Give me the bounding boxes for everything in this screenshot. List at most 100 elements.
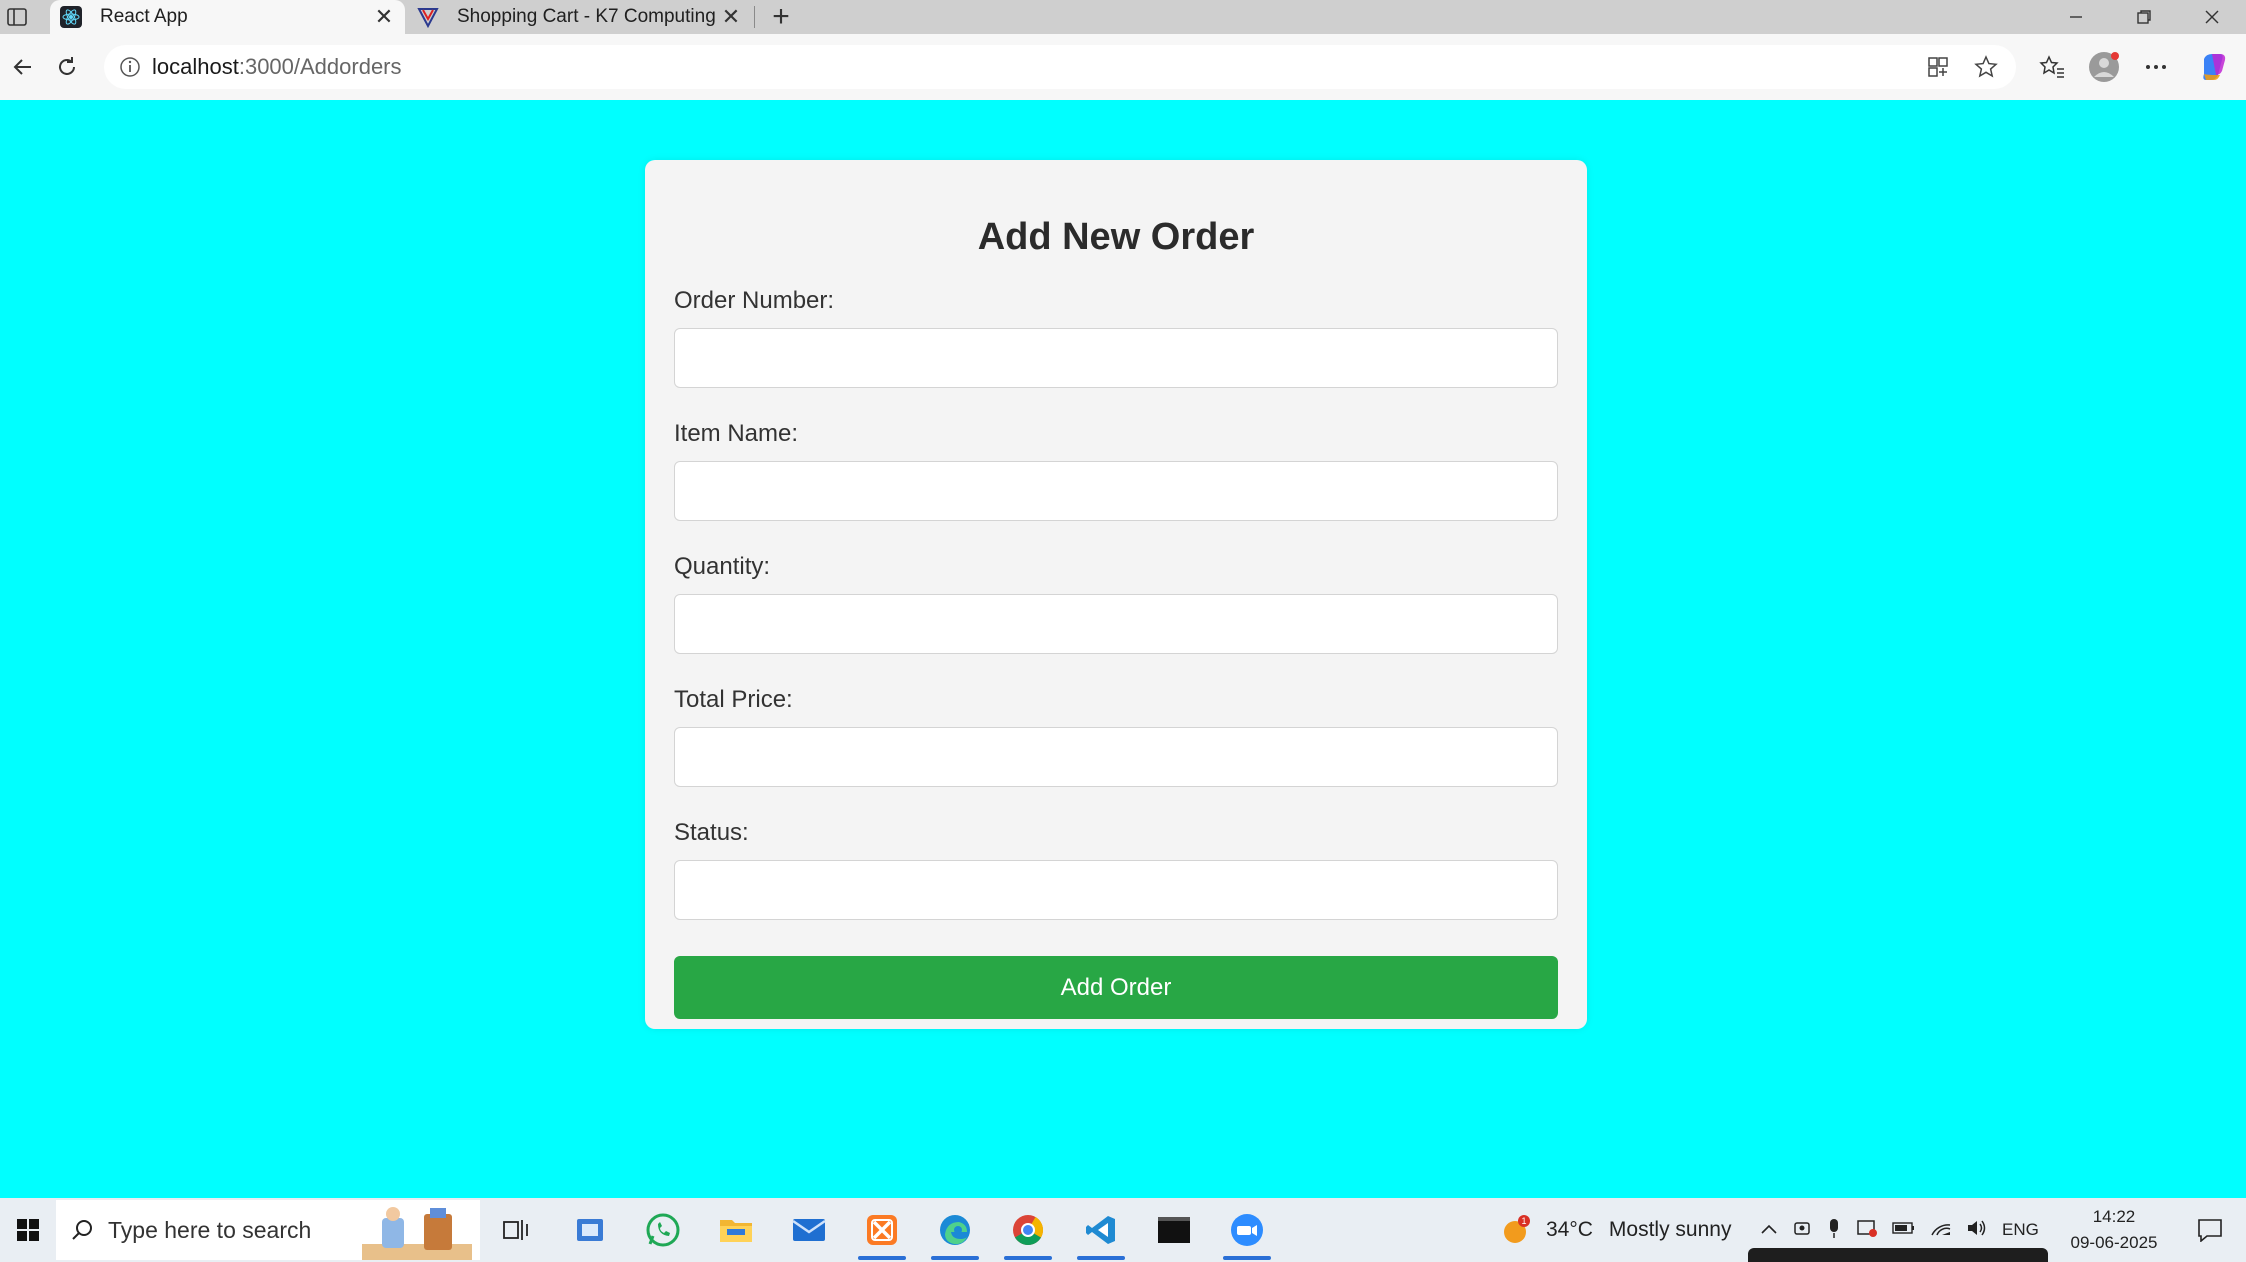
url-text: localhost:3000/Addorders xyxy=(152,54,402,80)
more-menu-button[interactable] xyxy=(2132,44,2180,90)
zoom-icon xyxy=(1231,1214,1263,1246)
taskbar-app-zoom[interactable] xyxy=(1211,1198,1283,1262)
show-hidden-icons-chevron-icon[interactable] xyxy=(1760,1220,1778,1240)
order-number-input[interactable] xyxy=(674,328,1558,388)
mail-icon xyxy=(792,1219,826,1241)
profile-avatar-icon xyxy=(2089,52,2119,82)
status-input[interactable] xyxy=(674,860,1558,920)
folder-icon xyxy=(720,1220,752,1242)
order-number-field: Order Number: xyxy=(674,287,1558,388)
terminal-icon xyxy=(1158,1217,1190,1243)
taskbar-app-whatsapp[interactable] xyxy=(627,1198,699,1262)
favorites-icon xyxy=(2039,55,2064,78)
running-indicator xyxy=(1077,1256,1125,1260)
quantity-field: Quantity: xyxy=(674,553,1558,654)
more-dots-icon xyxy=(2146,65,2166,69)
url-host: localhost xyxy=(152,54,239,79)
minimize-button[interactable] xyxy=(2042,0,2110,34)
notification-center-button[interactable] xyxy=(2178,1198,2242,1262)
back-arrow-icon xyxy=(13,59,31,75)
quantity-input[interactable] xyxy=(674,594,1558,654)
status-label: Status: xyxy=(674,819,749,846)
xampp-icon xyxy=(867,1215,897,1245)
item-name-input[interactable] xyxy=(674,461,1558,521)
weather-sun-icon: 1 xyxy=(1504,1215,1530,1243)
chrome-icon xyxy=(1013,1215,1043,1246)
copilot-button[interactable] xyxy=(2190,44,2238,90)
tab-title: React App xyxy=(100,6,188,27)
url-path: :3000/Addorders xyxy=(238,54,402,79)
order-number-label: Order Number: xyxy=(674,287,835,314)
form-title: Add New Order xyxy=(977,216,1255,258)
store-app-icon xyxy=(577,1219,603,1241)
task-view-button[interactable] xyxy=(480,1198,552,1262)
recording-indicator-icon[interactable] xyxy=(1856,1218,1878,1243)
address-bar[interactable]: localhost:3000/Addorders xyxy=(104,45,2016,89)
windows-logo-icon xyxy=(17,1219,39,1241)
item-name-field: Item Name: xyxy=(674,420,1558,521)
close-tab-icon[interactable]: ✕ xyxy=(369,2,399,32)
add-order-form: Add New Order Order Number: Item Name: Q… xyxy=(645,160,1587,1029)
status-field: Status: xyxy=(674,819,1558,920)
notification-icon xyxy=(2198,1219,2222,1242)
tab-actions-icon xyxy=(7,8,27,26)
edge-browser-icon xyxy=(940,1215,970,1245)
input-language[interactable]: ENG xyxy=(2002,1220,2039,1240)
search-placeholder: Type here to search xyxy=(108,1216,312,1243)
taskbar-app-terminal[interactable] xyxy=(1138,1198,1210,1262)
meet-now-icon[interactable] xyxy=(1792,1218,1812,1243)
taskbar-app-file-explorer[interactable] xyxy=(700,1198,772,1262)
favorite-star-icon[interactable] xyxy=(1966,47,2006,87)
wifi-icon[interactable] xyxy=(1930,1219,1952,1242)
taskbar-app-chrome[interactable] xyxy=(992,1198,1064,1262)
running-indicator xyxy=(1004,1256,1052,1260)
item-name-label: Item Name: xyxy=(674,420,799,447)
total-price-label: Total Price: xyxy=(674,686,793,713)
weather-temp: 34°C xyxy=(1546,1218,1593,1241)
vscode-icon xyxy=(1086,1216,1115,1244)
react-favicon-icon xyxy=(60,6,82,28)
total-price-field: Total Price: xyxy=(674,686,1558,787)
add-order-button[interactable]: Add Order xyxy=(674,956,1558,1019)
minimize-icon xyxy=(2070,16,2082,18)
weather-condition: Mostly sunny xyxy=(1608,1218,1732,1241)
app-available-icon[interactable] xyxy=(1918,47,1958,87)
favorites-button[interactable] xyxy=(2028,44,2076,90)
taskbar-search-box[interactable]: Type here to search xyxy=(56,1200,480,1260)
reload-button[interactable] xyxy=(44,44,90,90)
new-tab-button[interactable]: + xyxy=(764,0,798,34)
close-tab-icon[interactable]: ✕ xyxy=(716,2,746,32)
clock-date: 09-06-2025 xyxy=(2070,1233,2158,1252)
weather-widget[interactable]: 1 34°C Mostly sunny xyxy=(1500,1198,1731,1262)
tab-react-app[interactable]: React App ✕ xyxy=(50,0,405,34)
restore-icon xyxy=(2137,10,2151,24)
start-button[interactable] xyxy=(0,1198,56,1262)
reload-icon xyxy=(59,57,75,75)
taskbar-app-mail[interactable] xyxy=(773,1198,845,1262)
microphone-icon[interactable] xyxy=(1826,1217,1842,1244)
clock-time: 14:22 xyxy=(2092,1207,2136,1226)
tab-actions-button[interactable] xyxy=(0,0,34,34)
taskbar-preview-strip xyxy=(1748,1248,2048,1262)
battery-icon[interactable] xyxy=(1892,1220,1916,1240)
profile-avatar[interactable] xyxy=(2080,44,2128,90)
back-button[interactable] xyxy=(0,44,46,90)
site-info-icon[interactable] xyxy=(108,56,152,78)
restore-button[interactable] xyxy=(2110,0,2178,34)
total-price-input[interactable] xyxy=(674,727,1558,787)
volume-icon[interactable] xyxy=(1966,1219,1988,1242)
page-background: Add New Order Order Number: Item Name: Q… xyxy=(0,100,2246,1198)
taskbar-app-vscode[interactable] xyxy=(1065,1198,1137,1262)
whatsapp-icon xyxy=(646,1213,680,1247)
tab-shopping-cart[interactable]: Shopping Cart - K7 Computing ✕ xyxy=(407,0,752,34)
close-window-button[interactable] xyxy=(2178,0,2246,34)
copilot-icon xyxy=(2203,54,2226,80)
taskbar-clock[interactable]: 14:22 09-06-2025 xyxy=(2060,1204,2168,1256)
running-indicator xyxy=(858,1256,906,1260)
tab-separator xyxy=(754,6,755,28)
quantity-label: Quantity: xyxy=(674,553,771,580)
svg-text:1: 1 xyxy=(1521,1216,1526,1226)
taskbar-app-xampp[interactable] xyxy=(846,1198,918,1262)
taskbar-app-edge[interactable] xyxy=(919,1198,991,1262)
taskbar-app-windows-store[interactable] xyxy=(554,1198,626,1262)
